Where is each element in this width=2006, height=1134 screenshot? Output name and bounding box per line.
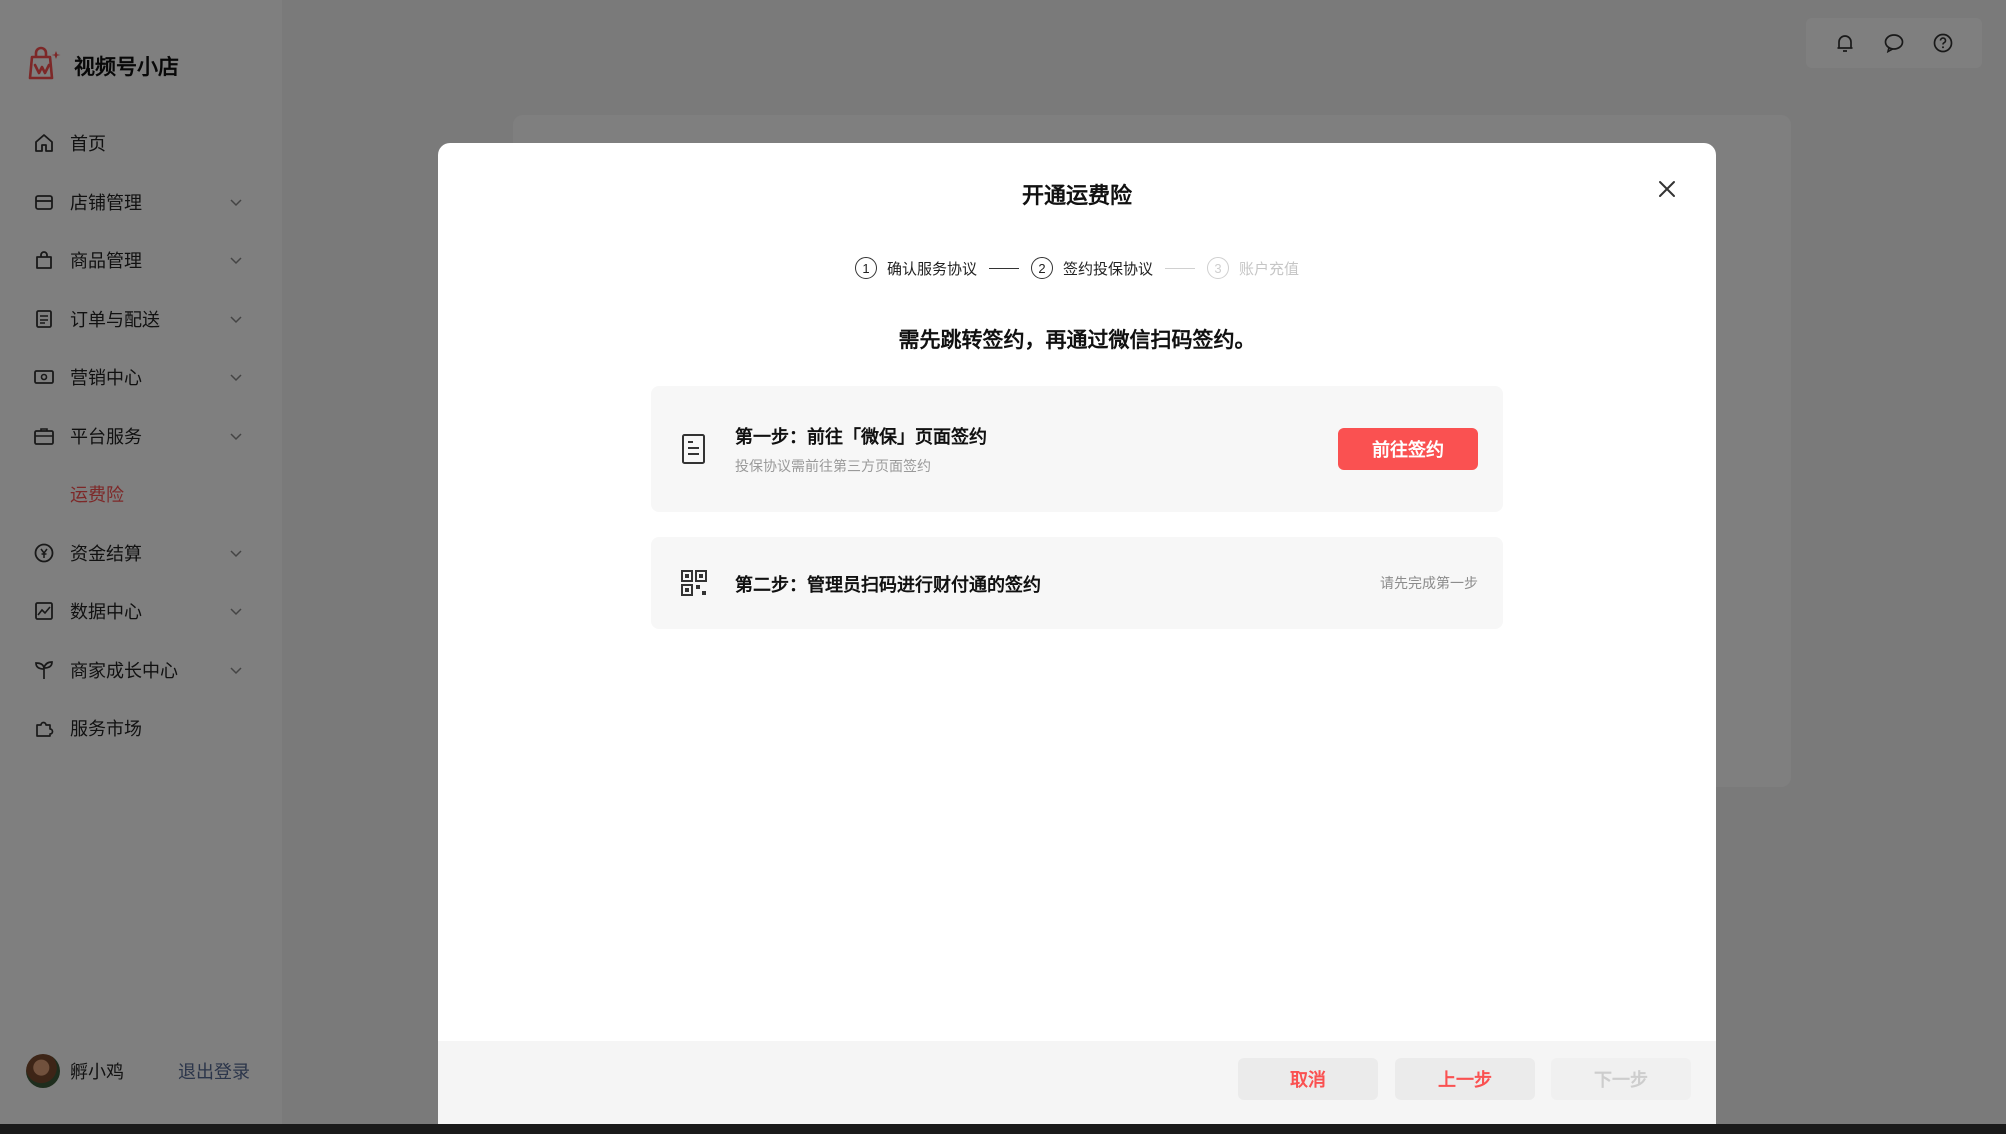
step-number: 2: [1030, 257, 1053, 279]
stepper: 1 确认服务协议 2 签约投保协议 3 账户充值: [438, 255, 1716, 281]
step-number: 3: [1207, 257, 1229, 279]
dialog-title: 开通运费险: [1021, 184, 1132, 209]
step1-subtitle: 投保协议需前往第三方页面签约: [735, 459, 931, 475]
cancel-button[interactable]: 取消: [1238, 1058, 1378, 1100]
step-confirm-agreement: 1 确认服务协议: [854, 257, 977, 279]
step-label: 签约投保协议: [1062, 259, 1153, 278]
step-connector: [988, 267, 1019, 269]
step-label: 确认服务协议: [886, 259, 977, 278]
step1-card: 第一步：前往「微保」页面签约 投保协议需前往第三方页面签约 前往签约: [651, 386, 1503, 512]
freight-insurance-dialog: 开通运费险 1 确认服务协议 2 签约投保协议 3 账户充值 需先跳转签约，再通…: [438, 143, 1716, 1124]
qr-code-icon: [679, 567, 709, 599]
close-icon[interactable]: [1654, 176, 1680, 202]
step-label: 账户充值: [1239, 259, 1300, 278]
instruction-text: 需先跳转签约，再通过微信扫码签约。: [898, 328, 1256, 352]
step1-title: 第一步：前往「微保」页面签约: [735, 427, 987, 448]
dialog-footer: 取消 上一步 下一步: [438, 1041, 1716, 1124]
step2-title: 第二步：管理员扫码进行财付通的签约: [735, 575, 1041, 596]
go-sign-button[interactable]: 前往签约: [1338, 428, 1478, 470]
next-step-button[interactable]: 下一步: [1551, 1058, 1691, 1100]
app-background: 视频号小店 首页 店铺管理 商品管理: [0, 0, 2006, 1124]
step-connector: [1165, 267, 1195, 269]
document-icon: [679, 433, 709, 465]
step2-card: 第二步：管理员扫码进行财付通的签约 请先完成第一步: [651, 537, 1503, 629]
step2-hint: 请先完成第一步: [1380, 576, 1478, 592]
previous-step-button[interactable]: 上一步: [1395, 1058, 1535, 1100]
step-account-recharge: 3 账户充值: [1207, 257, 1299, 279]
step-number: 1: [854, 257, 877, 279]
step-sign-insurance-agreement: 2 签约投保协议: [1030, 257, 1153, 279]
